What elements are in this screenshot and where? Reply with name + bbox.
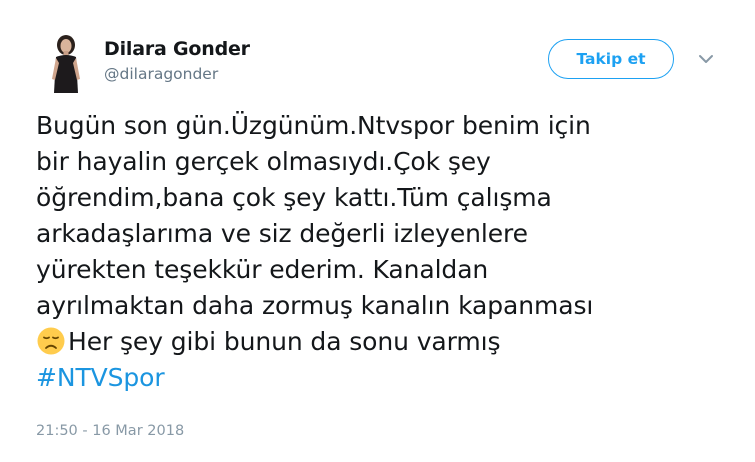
avatar[interactable] [46, 33, 86, 93]
hashtag-link[interactable]: #NTVSpor [36, 360, 726, 396]
tweet-line: öğrendim,bana çok şey kattı.Tüm çalışma [36, 183, 552, 212]
author-name[interactable]: Dilara Gonder [104, 38, 250, 60]
follow-button-label: Takip et [576, 50, 646, 68]
tweet-text: Bugün son gün.Üzgünüm.Ntvspor benim için… [36, 108, 726, 396]
tweet-line: Bugün son gün.Üzgünüm.Ntvspor benim için [36, 111, 591, 140]
tweet-last-line-text: Her şey gibi bunun da sonu varmış [68, 327, 501, 356]
tweet-line: ayrılmaktan daha zormuş kanalın kapanmas… [36, 291, 594, 320]
tweet-card: Dilara Gonder @dilaragonder Takip et Bug… [0, 0, 755, 462]
chevron-down-icon[interactable] [697, 51, 715, 65]
disappointed-face-emoji-icon [36, 326, 66, 356]
tweet-line: bir hayalin gerçek olmasıydı.Çok şey [36, 147, 491, 176]
follow-button[interactable]: Takip et [548, 39, 674, 79]
timestamp[interactable]: 21:50 - 16 Mar 2018 [36, 423, 184, 439]
author-handle[interactable]: @dilaragonder [104, 65, 218, 83]
tweet-line: yürekten teşekkür ederim. Kanaldan [36, 255, 489, 284]
tweet-line-last: Her şey gibi bunun da sonu varmış [36, 324, 726, 360]
tweet-line: arkadaşlarıma ve siz değerli izleyenlere [36, 219, 528, 248]
avatar-image [46, 33, 86, 93]
